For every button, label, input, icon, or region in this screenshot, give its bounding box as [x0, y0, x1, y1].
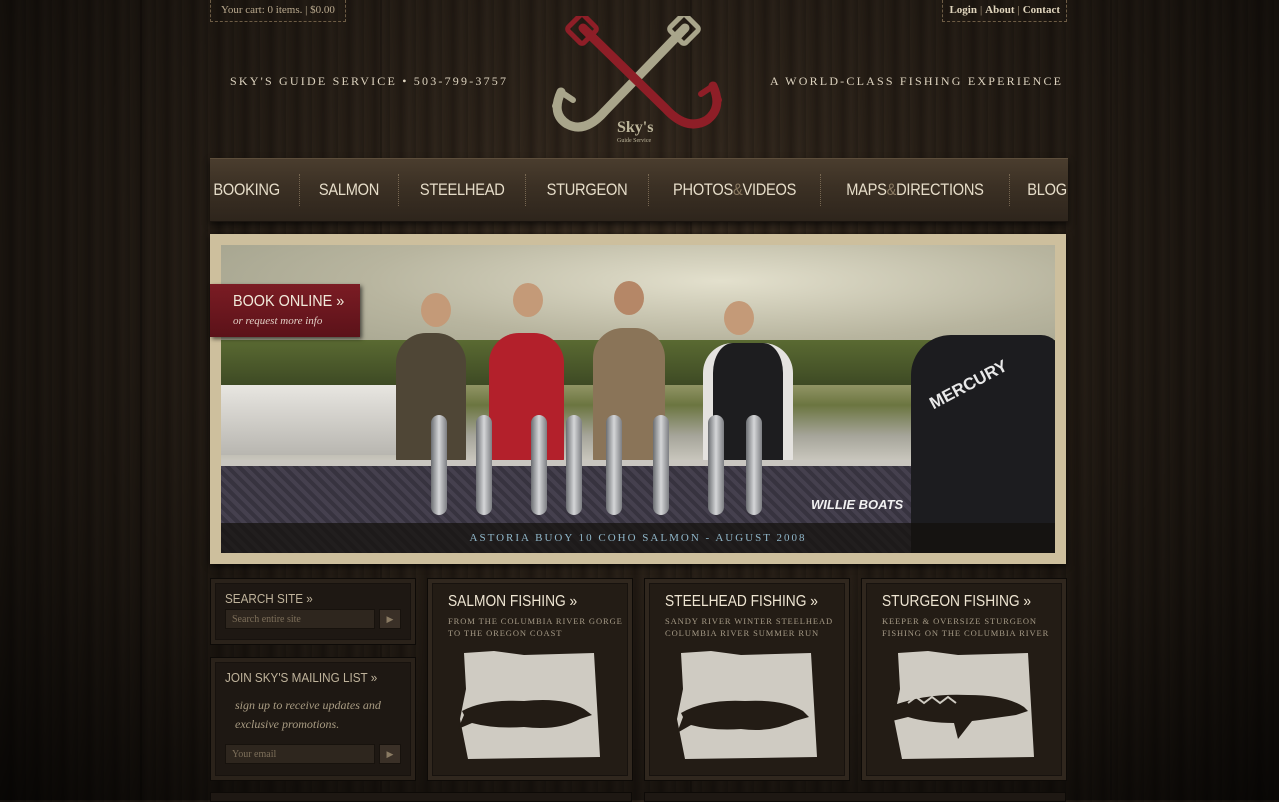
fish [708, 415, 724, 515]
card-subtitle: FROM THE COLUMBIA RIVER GORGE TO THE ORE… [448, 616, 623, 638]
search-title: SEARCH SITE » [225, 591, 313, 606]
bottom-panel [644, 792, 1066, 802]
oregon-sturgeon-map-icon [892, 651, 1034, 759]
logo-text: Sky's [617, 119, 653, 136]
main-nav: BOOKING SALMON STEELHEAD STURGEON PHOTOS… [210, 158, 1068, 222]
card-title: STEELHEAD FISHING » [665, 593, 818, 610]
nav-directions-label: DIRECTIONS [896, 180, 985, 199]
account-links: Login | About | Contact [942, 0, 1067, 22]
mailing-list-title: JOIN SKY'S MAILING LIST » [225, 670, 378, 685]
nav-divider [298, 174, 300, 206]
fish [566, 415, 582, 515]
nav-steelhead[interactable]: STEELHEAD [408, 180, 517, 200]
fish [476, 415, 492, 515]
card-subtitle: KEEPER & OVERSIZE STURGEON FISHING ON TH… [882, 616, 1050, 638]
sturgeon-fishing-card[interactable]: STURGEON FISHING » KEEPER & OVERSIZE STU… [861, 578, 1067, 781]
mailing-list-description: sign up to receive updates and exclusive… [235, 698, 381, 731]
fish [606, 415, 622, 515]
nav-divider [1009, 174, 1011, 206]
request-info-label: or request more info [233, 315, 323, 327]
nav-booking[interactable]: BOOKING [201, 180, 292, 200]
site-logo[interactable]: Sky's Guide Service [545, 16, 735, 148]
salmon-fishing-card[interactable]: SALMON FISHING » FROM THE COLUMBIA RIVER… [427, 578, 633, 781]
oregon-steelhead-map-icon [677, 651, 817, 759]
cart-summary[interactable]: Your cart: 0 items. | $0.00 [210, 0, 346, 22]
nav-photos-videos[interactable]: PHOTOS&VIDEOS [661, 180, 808, 200]
search-input[interactable]: Search entire site [225, 609, 375, 629]
nav-sturgeon[interactable]: STURGEON [535, 180, 640, 200]
nav-divider [820, 174, 822, 206]
fish [431, 415, 447, 515]
person-head [513, 283, 543, 317]
nav-divider [648, 174, 650, 206]
outboard-motor: MERCURY [911, 335, 1055, 553]
oregon-salmon-map-icon [458, 651, 600, 759]
search-submit-button[interactable]: ▶ [379, 609, 401, 629]
nav-salmon[interactable]: SALMON [307, 180, 391, 200]
wood-grain [1110, 0, 1112, 800]
book-online-button[interactable]: BOOK ONLINE » or request more info [210, 284, 360, 337]
arrow-right-icon: ▶ [386, 749, 394, 759]
phone-tagline: SKY'S GUIDE SERVICE • 503-799-3757 [230, 74, 509, 88]
contact-link[interactable]: Contact [1023, 4, 1060, 16]
mailing-list-panel: JOIN SKY'S MAILING LIST » sign up to rec… [210, 657, 416, 781]
photo-caption: ASTORIA BUOY 10 COHO SALMON - AUGUST 200… [221, 523, 1055, 553]
bottom-panel [210, 792, 632, 802]
wood-grain [140, 0, 142, 800]
nav-divider [397, 174, 399, 206]
nav-amp: & [733, 180, 743, 199]
nav-maps-label: MAPS [846, 180, 888, 199]
email-field[interactable]: Your email [225, 744, 375, 764]
person-head [614, 281, 644, 315]
login-link[interactable]: Login [949, 4, 977, 16]
nav-videos-label: VIDEOS [742, 180, 797, 199]
photo-boats [221, 385, 421, 455]
nav-maps-directions[interactable]: MAPS&DIRECTIONS [835, 180, 997, 200]
fish [531, 415, 547, 515]
fish [653, 415, 669, 515]
nav-blog[interactable]: BLOG [1015, 180, 1079, 200]
nav-divider [525, 174, 527, 206]
nav-photos-label: PHOTOS [673, 180, 734, 199]
card-title: STURGEON FISHING » [882, 593, 1032, 610]
search-panel: SEARCH SITE » Search entire site ▶ [210, 578, 416, 645]
arrow-right-icon: ▶ [386, 614, 394, 624]
person [489, 333, 564, 463]
logo-subtext: Guide Service [617, 138, 651, 144]
card-title: SALMON FISHING » [448, 593, 578, 610]
card-subtitle: SANDY RIVER WINTER STEELHEAD COLUMBIA RI… [665, 616, 834, 638]
person-head [724, 301, 754, 335]
motor-brand: MERCURY [926, 356, 1011, 413]
book-online-label: BOOK ONLINE » [233, 293, 345, 310]
slogan-tagline: A WORLD-CLASS FISHING EXPERIENCE [770, 74, 1064, 88]
person-head [421, 293, 451, 327]
fish [746, 415, 762, 515]
boat-brand: WILLIE BOATS [811, 497, 904, 512]
about-link[interactable]: About [985, 4, 1014, 16]
steelhead-fishing-card[interactable]: STEELHEAD FISHING » SANDY RIVER WINTER S… [644, 578, 850, 781]
email-submit-button[interactable]: ▶ [379, 744, 401, 764]
